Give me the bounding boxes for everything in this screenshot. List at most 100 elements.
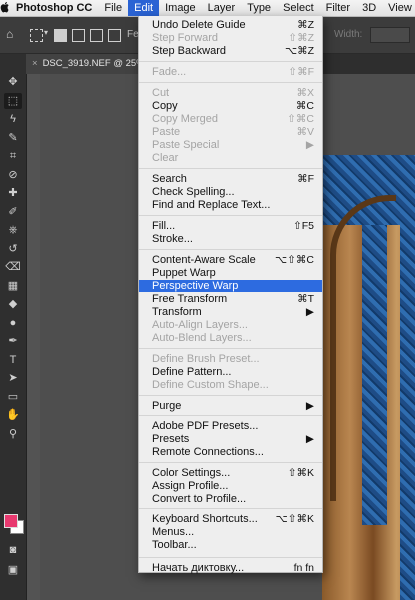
brush-tool-icon[interactable]: ✐ (4, 204, 22, 220)
marquee-preset-icon[interactable] (30, 29, 43, 42)
document-tab[interactable]: × DSC_3919.NEF @ 25% (La (26, 54, 147, 74)
menu-item-toolbar[interactable]: Toolbar... (139, 539, 322, 551)
menu-select[interactable]: Select (277, 0, 320, 16)
menu-item-label: Fade... (152, 66, 187, 78)
new-selection-icon[interactable] (54, 29, 67, 42)
menu-item-adobe-pdf-presets[interactable]: Adobe PDF Presets... (139, 420, 322, 432)
menu-bar: Photoshop CC File Edit Image Layer Type … (0, 0, 415, 17)
history-brush-tool-icon[interactable]: ↺ (4, 241, 22, 257)
menu-view[interactable]: View (382, 0, 415, 16)
menu-item-check-spelling[interactable]: Check Spelling... (139, 186, 322, 198)
menu-item-paste-special: Paste Special ▶ (139, 139, 322, 151)
menu-item-label: Stroke... (152, 233, 193, 245)
document-image[interactable] (322, 155, 415, 600)
menu-item-shortcut: ⌘X (296, 87, 314, 99)
lasso-tool-icon[interactable]: ϟ (4, 111, 22, 127)
menu-item-начать-диктовку[interactable]: Начать диктовку... fn fn (139, 562, 322, 574)
eraser-tool-icon[interactable]: ⌫ (4, 259, 22, 275)
menu-item-label: Transform (152, 306, 202, 318)
menu-layer[interactable]: Layer (202, 0, 242, 16)
close-tab-icon[interactable]: × (32, 58, 38, 69)
chevron-down-icon[interactable]: ▾ (44, 28, 48, 37)
tools-panel: ✥ ⬚ ϟ ✎ ⌗ ⊘ ✚ ✐ ⎈ ↺ ⌫ ▦ ◆ ● ✒ T ➤ ▭ ✋ ⚲ ◙ ▣ (0, 54, 27, 600)
submenu-arrow-icon: ▶ (305, 400, 314, 412)
menu-item-label: Convert to Profile... (152, 493, 247, 505)
menu-separator (139, 215, 322, 216)
quick-mask-icon[interactable]: ◙ (4, 542, 22, 558)
menu-item-stroke[interactable]: Stroke... (139, 233, 322, 245)
menu-item-presets[interactable]: Presets ▶ (139, 433, 322, 445)
menu-3d[interactable]: 3D (356, 0, 382, 16)
menu-item-transform[interactable]: Transform ▶ (139, 306, 322, 318)
menu-item-free-transform[interactable]: Free Transform ⌘T (139, 293, 322, 305)
menu-item-label: Define Custom Shape... (152, 379, 269, 391)
quick-select-tool-icon[interactable]: ✎ (4, 130, 22, 146)
menu-item-assign-profile[interactable]: Assign Profile... (139, 480, 322, 492)
menu-item-shortcut: ⌘T (297, 293, 314, 305)
blur-tool-icon[interactable]: ◆ (4, 296, 22, 312)
menu-separator (139, 168, 322, 169)
menu-item-remote-connections[interactable]: Remote Connections... (139, 446, 322, 458)
hand-tool-icon[interactable]: ✋ (4, 407, 22, 423)
menu-item-find-and-replace-text[interactable]: Find and Replace Text... (139, 199, 322, 211)
pen-tool-icon[interactable]: ✒ (4, 333, 22, 349)
menu-item-fill[interactable]: Fill... ⇧F5 (139, 220, 322, 232)
healing-brush-tool-icon[interactable]: ✚ (4, 185, 22, 201)
menu-item-label: Check Spelling... (152, 186, 235, 198)
menu-item-auto-align-layers: Auto-Align Layers... (139, 319, 322, 331)
menu-item-label: Начать диктовку... (152, 562, 245, 574)
menu-item-content-aware-scale[interactable]: Content-Aware Scale ⌥⇧⌘C (139, 254, 322, 266)
menu-photoshop[interactable]: Photoshop CC (10, 0, 98, 16)
menu-separator (139, 415, 322, 416)
menu-item-label: Auto-Align Layers... (152, 319, 248, 331)
menu-item-color-settings[interactable]: Color Settings... ⇧⌘K (139, 467, 322, 479)
menu-item-label: Free Transform (152, 293, 228, 305)
menu-item-purge[interactable]: Purge ▶ (139, 400, 322, 412)
menu-item-copy-merged: Copy Merged ⇧⌘C (139, 113, 322, 125)
menu-item-label: Cut (152, 87, 170, 99)
menu-type[interactable]: Type (241, 0, 277, 16)
menu-item-shortcut: ⌥⌘Z (284, 45, 314, 57)
home-icon[interactable]: ⌂ (6, 27, 13, 41)
move-tool-icon[interactable]: ✥ (4, 74, 22, 90)
gradient-tool-icon[interactable]: ▦ (4, 278, 22, 294)
eyedropper-tool-icon[interactable]: ⊘ (4, 167, 22, 183)
menu-file[interactable]: File (98, 0, 128, 16)
menu-item-search[interactable]: Search ⌘F (139, 173, 322, 185)
menu-filter[interactable]: Filter (320, 0, 356, 16)
menu-separator (139, 508, 322, 509)
dodge-tool-icon[interactable]: ● (4, 315, 22, 331)
menu-item-menus[interactable]: Menus... (139, 526, 322, 538)
type-tool-icon[interactable]: T (4, 352, 22, 368)
menu-item-label: Adobe PDF Presets... (152, 420, 259, 432)
menu-item-perspective-warp[interactable]: Perspective Warp (139, 280, 322, 292)
feather-label: Fe (127, 29, 139, 40)
menu-item-define-pattern[interactable]: Define Pattern... (139, 366, 322, 378)
menu-edit[interactable]: Edit (128, 0, 160, 16)
crop-tool-icon[interactable]: ⌗ (4, 148, 22, 164)
path-select-tool-icon[interactable]: ➤ (4, 370, 22, 386)
menu-item-puppet-warp[interactable]: Puppet Warp (139, 267, 322, 279)
subtract-selection-icon[interactable] (90, 29, 103, 42)
menu-item-step-backward[interactable]: Step Backward ⌥⌘Z (139, 45, 322, 57)
shape-tool-icon[interactable]: ▭ (4, 389, 22, 405)
intersect-selection-icon[interactable] (108, 29, 121, 42)
foreground-color-swatch[interactable] (4, 514, 18, 528)
menu-item-convert-to-profile[interactable]: Convert to Profile... (139, 493, 322, 505)
menu-image[interactable]: Image (159, 0, 202, 16)
zoom-tool-icon[interactable]: ⚲ (4, 426, 22, 442)
add-selection-icon[interactable] (72, 29, 85, 42)
menu-separator (139, 395, 322, 396)
width-field[interactable] (370, 27, 410, 43)
menu-item-copy[interactable]: Copy ⌘C (139, 100, 322, 112)
menu-item-clear: Clear (139, 152, 322, 164)
menu-item-undo-delete-guide[interactable]: Undo Delete Guide ⌘Z (139, 19, 322, 31)
menu-item-shortcut: ⌘C (295, 100, 314, 112)
marquee-tool-icon[interactable]: ⬚ (4, 92, 22, 109)
clone-stamp-tool-icon[interactable]: ⎈ (4, 222, 22, 238)
screen-mode-icon[interactable]: ▣ (4, 562, 22, 578)
menu-item-label: Copy Merged (152, 113, 219, 125)
apple-icon[interactable] (0, 1, 10, 16)
menu-item-keyboard-shortcuts[interactable]: Keyboard Shortcuts... ⌥⇧⌘K (139, 513, 322, 525)
menu-item-fade: Fade... ⇧⌘F (139, 66, 322, 78)
